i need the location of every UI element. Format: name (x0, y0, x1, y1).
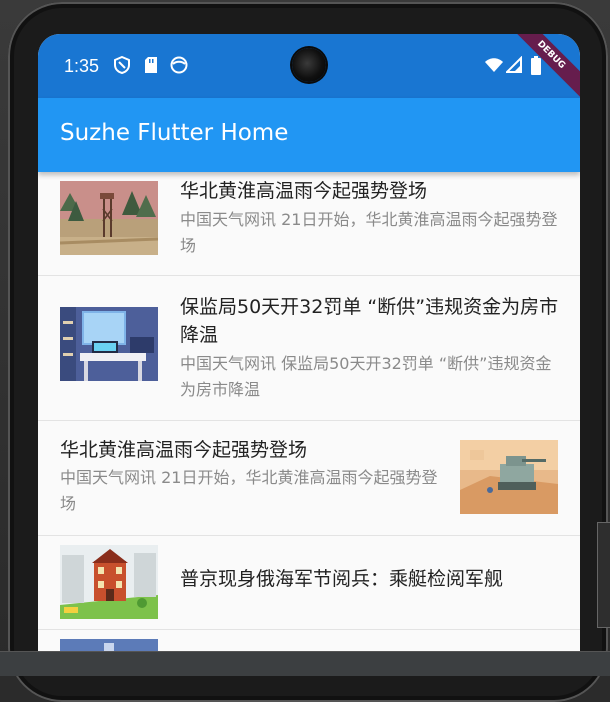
news-summary: 中国天气网讯 21日开始，华北黄淮高温雨今起强势登场 (60, 468, 438, 513)
thumbnail-image (60, 545, 158, 619)
news-summary: 中国天气网讯 保监局50天开32罚单 “断供”违规资金为房市降温 (180, 354, 552, 399)
status-bar: 1:35 DEBUG (38, 34, 580, 101)
thumbnail-image (60, 307, 158, 381)
list-item[interactable]: 华北黄淮高温雨今起强势登场 中国天气网讯 21日开始，华北黄淮高温雨今起强势登场 (38, 172, 580, 276)
news-title: 华北黄淮高温雨今起强势登场 (60, 439, 308, 461)
news-title: 华北黄淮高温雨今起强势登场 (180, 180, 428, 202)
thumbnail-image (60, 181, 158, 255)
list-item[interactable]: 保监局50天开32罚单 “断供”违规资金为房市降温 中国天气网讯 保监局50天开… (38, 275, 580, 421)
status-time: 1:35 (64, 56, 100, 76)
side-panel-tab[interactable] (597, 522, 610, 628)
news-title: 普京现身俄海军节阅兵：乘艇检阅军舰 (180, 568, 504, 590)
news-title: 保监局50天开32罚单 “断供”违规资金为房市降温 (180, 296, 559, 346)
battery-icon (530, 56, 542, 80)
front-camera (292, 48, 326, 82)
thumbnail-image (460, 440, 558, 514)
list-item[interactable]: 华北黄淮高温雨今起强势登场 中国天气网讯 21日开始，华北黄淮高温雨今起强势登场 (38, 420, 580, 536)
news-list[interactable]: 华北黄淮高温雨今起强势登场 中国天气网讯 21日开始，华北黄淮高温雨今起强势登场 (38, 172, 580, 674)
face-icon (170, 56, 188, 78)
phone-screen: 1:35 DEBUG Suzhe Flutter Home 华北黄淮高温雨今起强… (38, 34, 580, 674)
list-item[interactable]: 普京现身俄海军节阅兵：乘艇检阅军舰 (38, 535, 580, 630)
sd-card-icon (144, 56, 158, 78)
page-title: Suzhe Flutter Home (60, 120, 289, 146)
shield-icon (114, 55, 130, 78)
wifi-icon (484, 56, 504, 78)
host-bottom-bar (0, 651, 610, 676)
signal-icon (504, 55, 522, 78)
app-bar: Suzhe Flutter Home (38, 98, 580, 172)
news-summary: 中国天气网讯 21日开始，华北黄淮高温雨今起强势登场 (180, 210, 558, 255)
